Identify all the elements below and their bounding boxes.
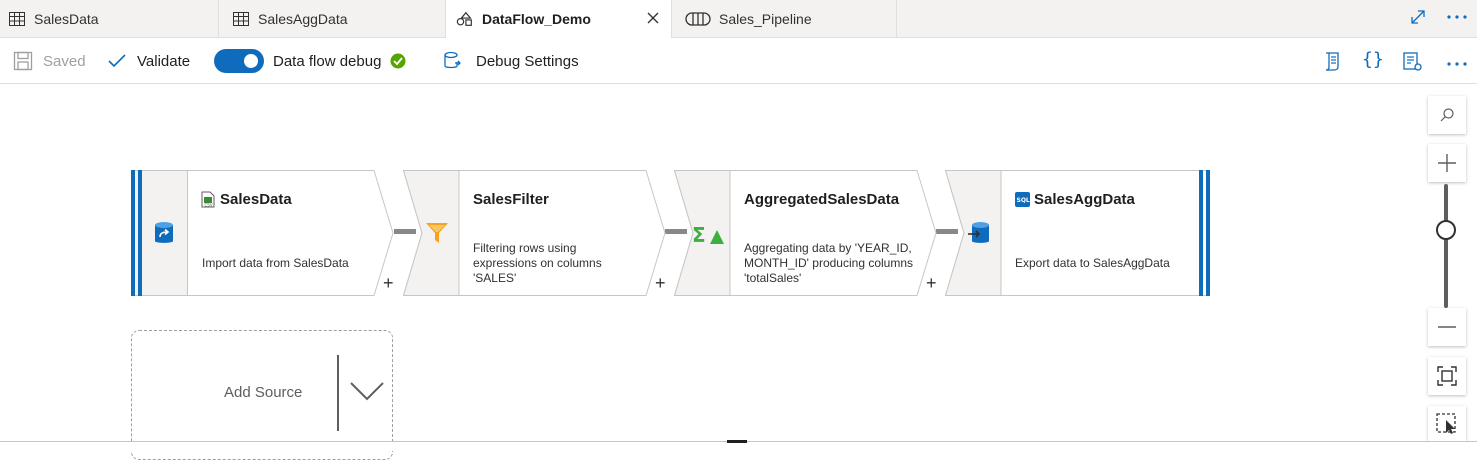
more-options-icon[interactable] <box>1446 10 1468 29</box>
add-transform-plus-icon[interactable]: + <box>926 274 937 292</box>
checkmark-icon <box>108 54 126 68</box>
toggle-switch[interactable] <box>214 49 264 73</box>
debug-toggle[interactable]: Data flow debug <box>214 38 406 84</box>
validate-label: Validate <box>137 52 191 70</box>
node-title: AggregatedSalesData <box>744 191 900 208</box>
tab-label: DataFlow_Demo <box>482 11 591 27</box>
plus-icon <box>1437 153 1457 173</box>
debug-settings-icon <box>443 51 463 71</box>
code-braces-icon[interactable]: {} <box>1362 49 1384 70</box>
svg-text:SQL: SQL <box>1017 197 1030 204</box>
search-button[interactable] <box>1428 96 1466 134</box>
dataflow-canvas[interactable]: CSV SalesData Import data from SalesData… <box>0 84 1477 460</box>
add-transform-plus-icon[interactable]: + <box>383 274 394 292</box>
tab-dataflow-demo[interactable]: DataFlow_Demo <box>446 0 672 38</box>
tab-label: SalesData <box>34 10 99 27</box>
tab-salesdata[interactable]: SalesData <box>0 0 219 37</box>
transform-node-aggregatedsalesdata[interactable]: Σ AggregatedSalesData Aggregating data b… <box>674 170 938 296</box>
resize-handle[interactable] <box>727 440 747 443</box>
search-icon <box>1439 107 1455 123</box>
select-button[interactable] <box>1428 406 1466 441</box>
maximize-icon[interactable] <box>1409 8 1427 31</box>
bottom-panel-splitter[interactable] <box>0 440 1477 451</box>
node-description: Import data from SalesData <box>202 256 349 270</box>
filter-icon <box>425 221 449 245</box>
validate-button[interactable]: Validate <box>108 38 190 84</box>
table-icon <box>8 10 26 28</box>
node-title: SalesData <box>220 191 292 208</box>
node-description: Aggregating data by 'YEAR_ID, MONTH_ID' … <box>744 241 914 285</box>
node-description: Filtering rows using expressions on colu… <box>473 241 602 285</box>
close-icon[interactable] <box>645 10 661 26</box>
more-options-icon[interactable] <box>1446 56 1468 74</box>
fit-to-screen-button[interactable] <box>1428 357 1466 395</box>
table-icon <box>232 10 250 28</box>
tab-sales-pipeline[interactable]: Sales_Pipeline <box>672 0 897 37</box>
tab-bar: SalesData SalesAggData DataFlow_Demo Sal… <box>0 0 1477 38</box>
transform-node-salesfilter[interactable]: SalesFilter Filtering rows using express… <box>403 170 667 296</box>
tab-label: SalesAggData <box>258 10 348 27</box>
sql-dataset-icon: SQL <box>1015 192 1031 208</box>
saved-button[interactable]: Saved <box>13 38 86 84</box>
node-description: Export data to SalesAggData <box>1015 256 1170 270</box>
dataflow-icon <box>456 10 474 28</box>
divider <box>337 355 339 431</box>
debug-settings-button[interactable]: Debug Settings <box>443 38 579 84</box>
saved-label: Saved <box>43 52 86 70</box>
add-transform-plus-icon[interactable]: + <box>655 274 666 292</box>
debug-label: Data flow debug <box>273 52 382 70</box>
zoom-slider-thumb[interactable] <box>1436 220 1456 240</box>
zoom-out-button[interactable] <box>1428 308 1466 346</box>
sink-node-salesaggdata[interactable]: SQL SalesAggData Export data to SalesAgg… <box>945 170 1210 296</box>
zoom-slider-track[interactable] <box>1444 184 1448 308</box>
pipeline-icon <box>685 10 711 28</box>
source-db-icon <box>152 221 176 245</box>
node-title: SalesFilter <box>473 191 549 208</box>
svg-text:CSV: CSV <box>205 203 213 208</box>
minus-icon <box>1437 325 1457 329</box>
script-icon[interactable] <box>1322 50 1344 77</box>
fit-screen-icon <box>1437 366 1457 386</box>
sink-db-icon <box>967 221 991 245</box>
aggregate-icon: Σ <box>692 222 724 247</box>
toolbar: Saved Validate Data flow debug Debug Set… <box>0 38 1477 84</box>
add-source-label: Add Source <box>224 384 303 401</box>
success-check-icon <box>390 53 406 69</box>
node-title: SalesAggData <box>1034 191 1135 208</box>
chevron-down-icon[interactable] <box>350 381 384 406</box>
save-icon <box>13 51 33 71</box>
select-cursor-icon <box>1436 412 1458 435</box>
dataset-file-icon: CSV <box>201 191 217 209</box>
svg-text:Σ: Σ <box>692 223 706 246</box>
tab-salesaggdata[interactable]: SalesAggData <box>219 0 446 37</box>
source-node-salesdata[interactable]: CSV SalesData Import data from SalesData… <box>131 170 396 296</box>
debug-settings-label: Debug Settings <box>476 52 579 70</box>
properties-icon[interactable] <box>1401 50 1423 77</box>
tab-label: Sales_Pipeline <box>719 10 812 27</box>
zoom-in-button[interactable] <box>1428 144 1466 182</box>
